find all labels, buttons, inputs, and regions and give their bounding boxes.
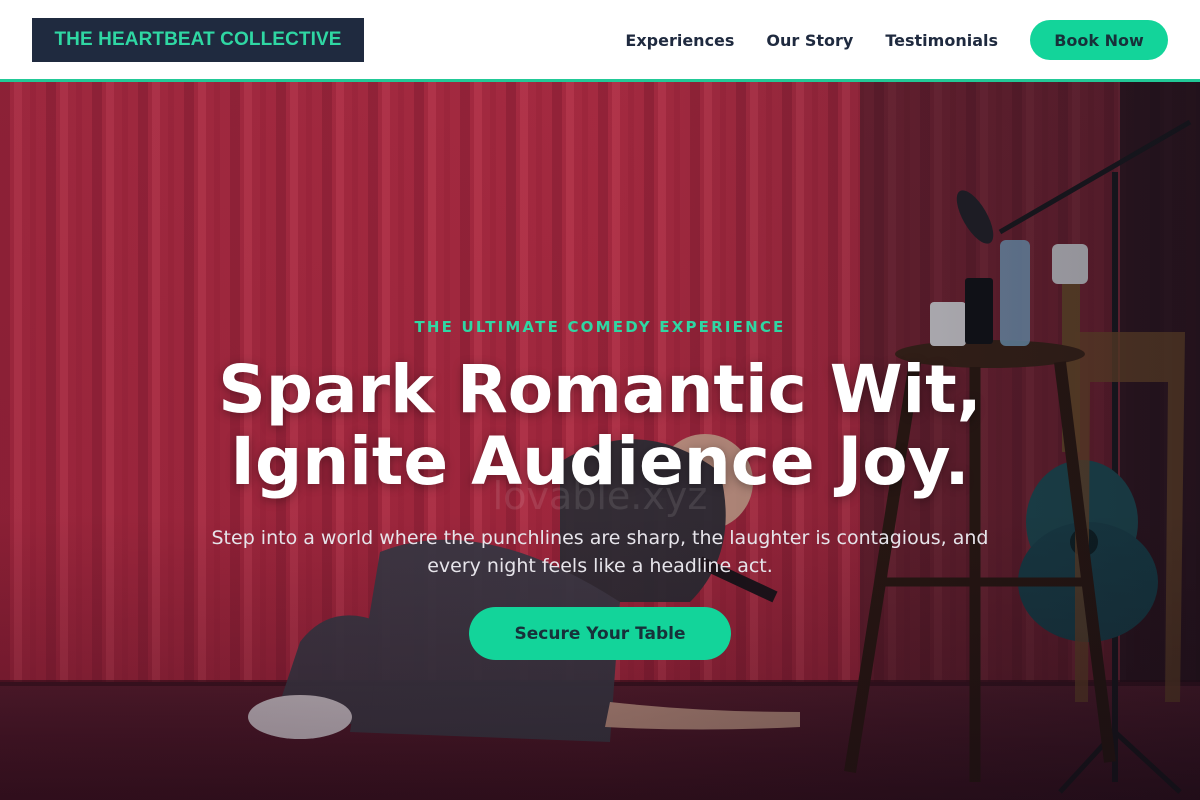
hero-eyebrow: THE ULTIMATE COMEDY EXPERIENCE — [414, 318, 786, 336]
hero-content: lovable.xyz THE ULTIMATE COMEDY EXPERIEN… — [0, 82, 1200, 800]
subtext-line-1: Step into a world where the punchlines a… — [211, 527, 989, 549]
headline-line-1: Spark Romantic Wit, — [218, 351, 982, 428]
headline-line-2: Ignite Audience Joy. — [230, 423, 970, 500]
brand-logo[interactable]: THE HEARTBEAT COLLECTIVE — [32, 18, 364, 62]
nav-link-experiences[interactable]: Experiences — [625, 31, 734, 50]
nav-link-our-story[interactable]: Our Story — [766, 31, 853, 50]
top-navbar: THE HEARTBEAT COLLECTIVE Experiences Our… — [0, 0, 1200, 82]
subtext-line-2: every night feels like a headline act. — [427, 555, 773, 577]
hero-headline: Spark Romantic Wit, Ignite Audience Joy. — [0, 354, 1200, 498]
hero-section: lovable.xyz THE ULTIMATE COMEDY EXPERIEN… — [0, 82, 1200, 800]
secure-table-button[interactable]: Secure Your Table — [469, 607, 731, 660]
book-now-button[interactable]: Book Now — [1030, 20, 1168, 60]
nav-links: Experiences Our Story Testimonials Book … — [625, 20, 1168, 60]
hero-subtext: Step into a world where the punchlines a… — [180, 524, 1020, 580]
nav-link-testimonials[interactable]: Testimonials — [885, 31, 998, 50]
